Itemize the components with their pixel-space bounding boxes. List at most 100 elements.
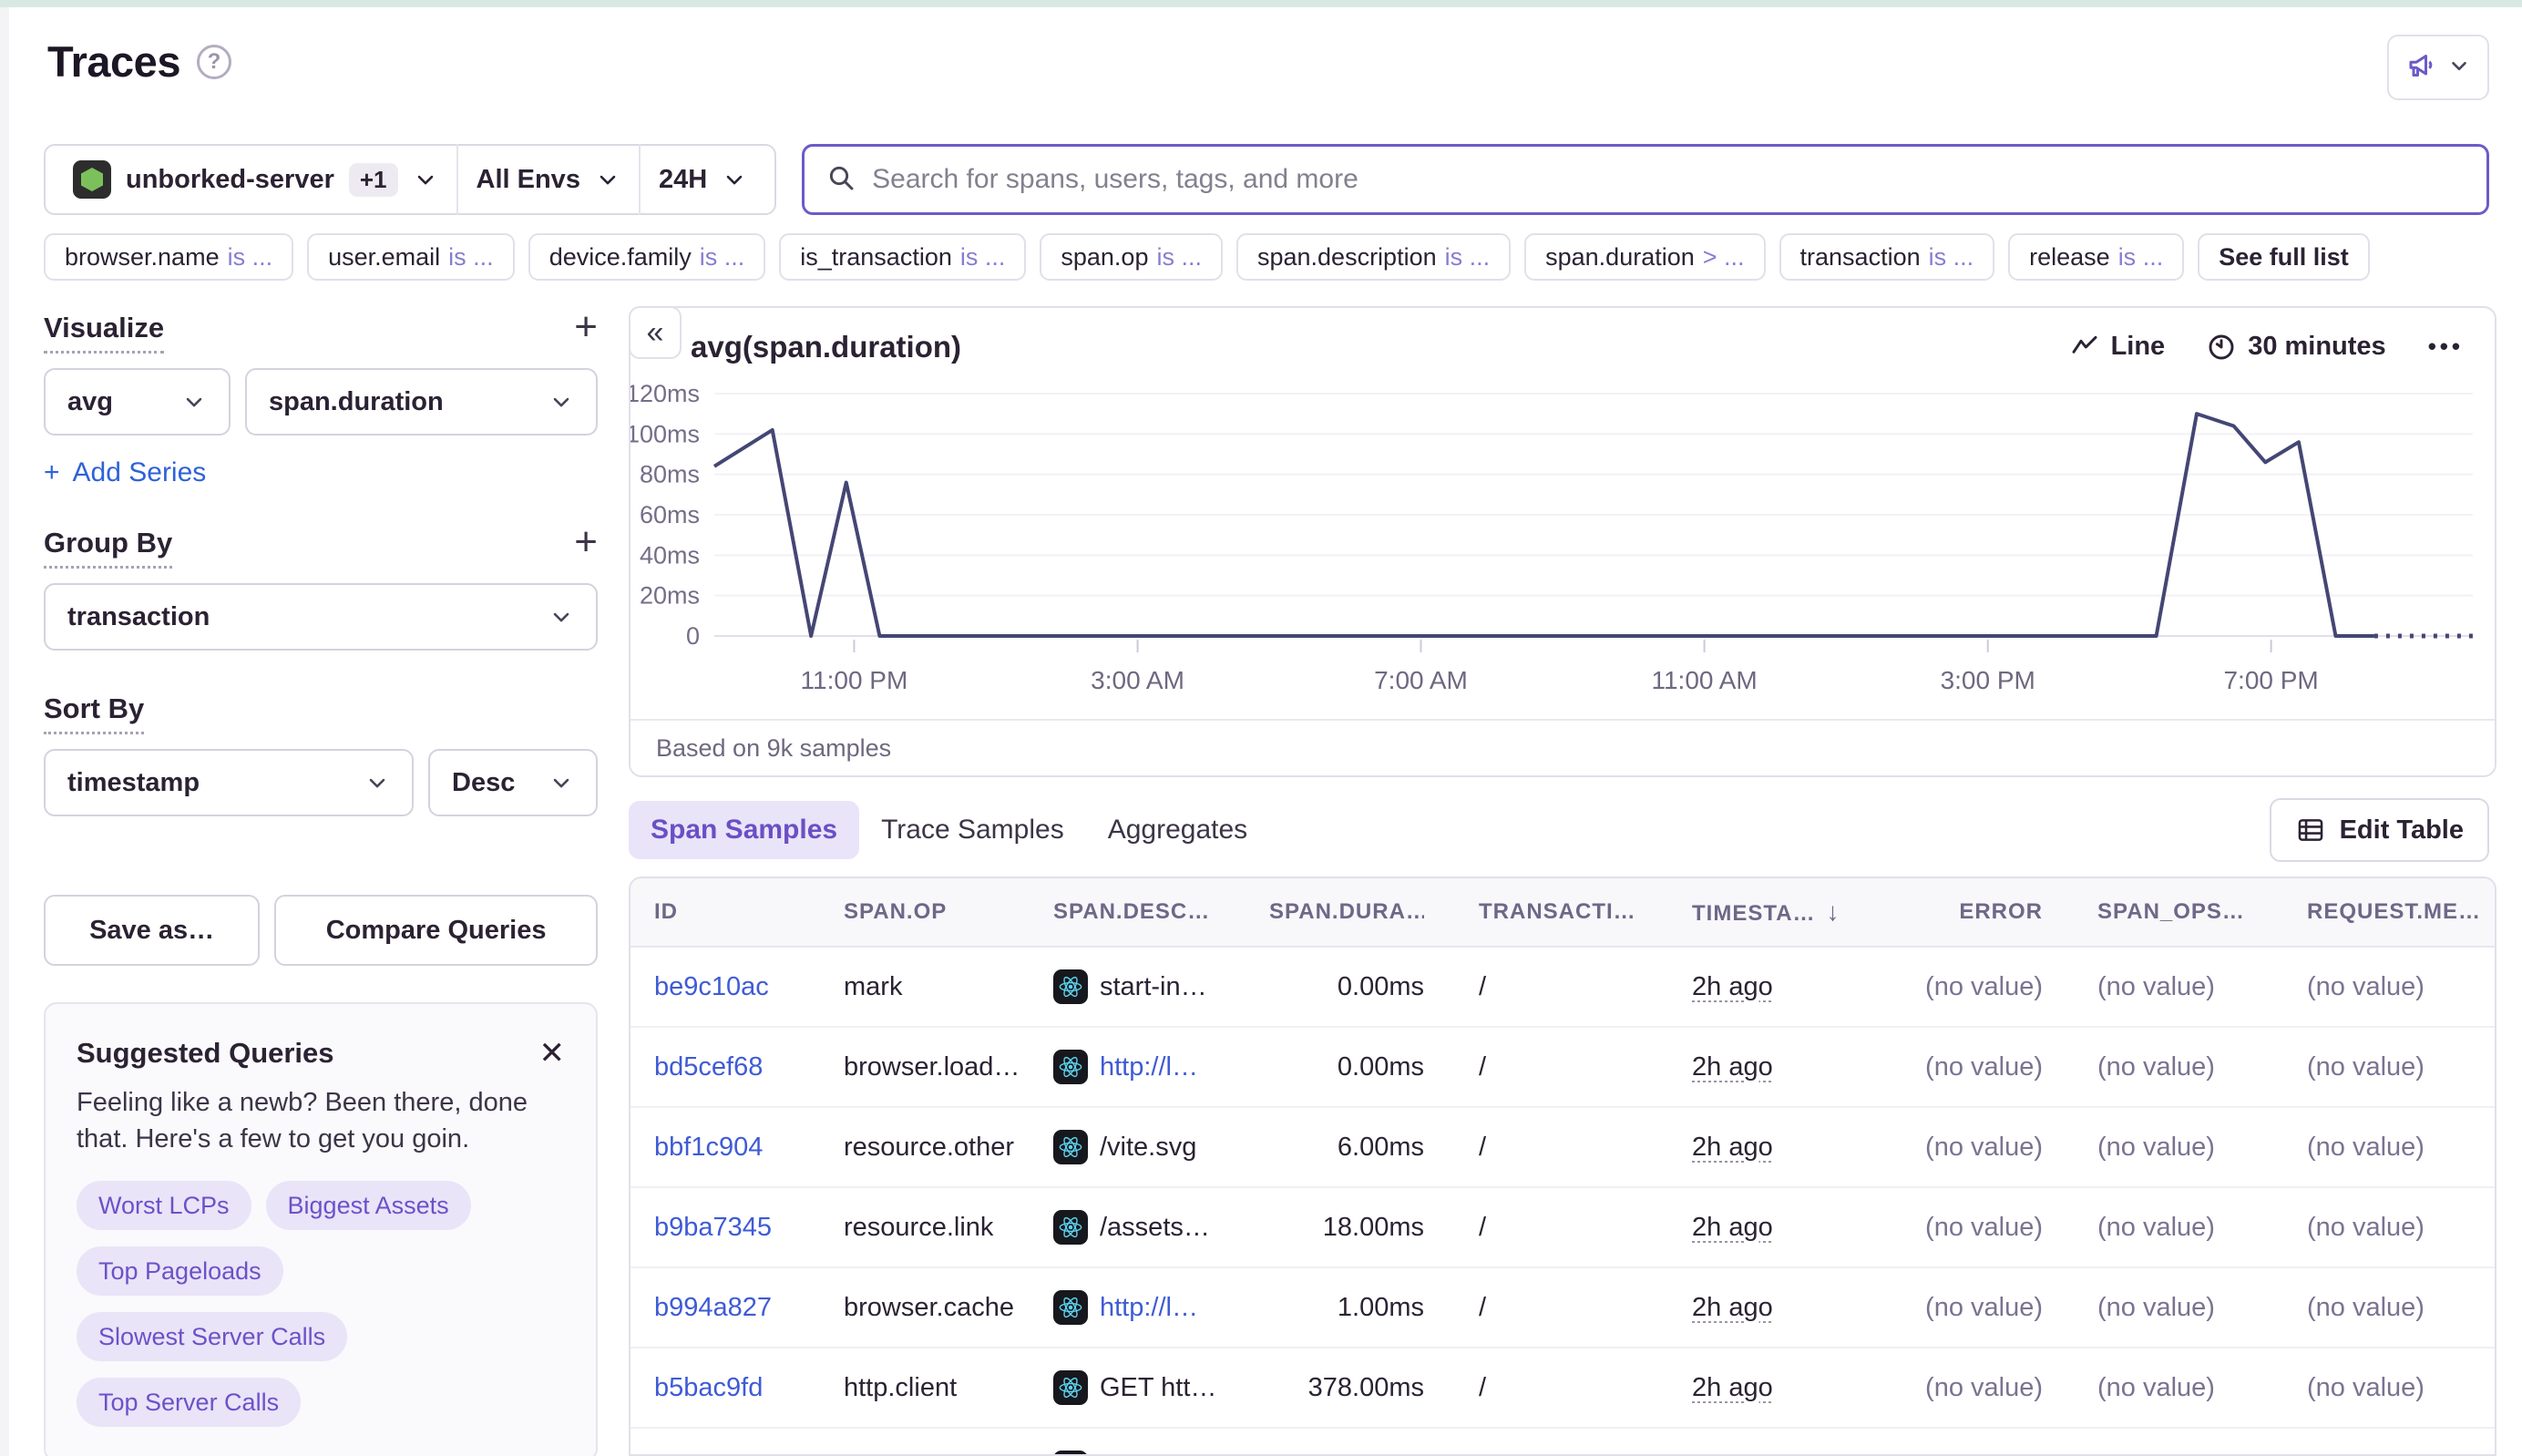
timestamp-cell[interactable]: 2h ago	[1692, 1373, 1773, 1402]
filter-chip-user.email[interactable]: user.email is ...	[307, 233, 515, 281]
save-as-button[interactable]: Save as…	[44, 895, 261, 966]
add-group-by-button[interactable]: +	[574, 522, 598, 562]
timestamp-cell[interactable]: 2h ago	[1692, 1052, 1773, 1082]
suggested-query-pill[interactable]: Top Pageloads	[77, 1246, 283, 1297]
tab-span-samples[interactable]: Span Samples	[629, 801, 860, 859]
span-ops-cell: (no value)	[2097, 1372, 2215, 1402]
span-description-text: GET htt…	[1100, 1372, 1217, 1402]
filter-chip-browser.name[interactable]: browser.name is ...	[44, 233, 294, 281]
span-description-text[interactable]: http://l…	[1100, 1052, 1198, 1082]
span-op-cell: resource.ifra…	[844, 1453, 1053, 1455]
table-row: b5bac9fd http.client GET htt… 378.00ms / 2h a…	[630, 1348, 2495, 1429]
environment-selector[interactable]: All Envs	[458, 165, 639, 195]
sort-direction-select[interactable]: Desc	[428, 749, 598, 816]
suggested-query-pill[interactable]: Top Server Calls	[77, 1378, 302, 1428]
table-row: b41bfb26 resource.ifra… https://… 276.00ms/…	[630, 1429, 2495, 1455]
aggregate-value: avg	[67, 386, 113, 416]
span-id-link[interactable]: b41bfb26	[654, 1453, 764, 1455]
span-id-link[interactable]: be9c10ac	[654, 972, 769, 1001]
span-ops-cell: (no value)	[2097, 1212, 2215, 1242]
filter-chip-device.family[interactable]: device.family is ...	[528, 233, 766, 281]
error-cell: (no value)	[1925, 971, 2043, 1001]
filter-chip-span.op[interactable]: span.op is ...	[1040, 233, 1223, 281]
column-header-7[interactable]: SPAN_OPS…	[2085, 899, 2294, 925]
span-duration-cell: 0.00ms	[1337, 971, 1424, 1001]
add-series-label: Add Series	[72, 457, 207, 487]
suggested-query-pill[interactable]: Biggest Assets	[265, 1181, 471, 1231]
add-visualize-button[interactable]: +	[574, 307, 598, 347]
svg-text:120ms: 120ms	[630, 380, 700, 407]
timestamp-cell[interactable]: 2h ago	[1692, 1293, 1773, 1322]
filter-chip-op: is ...	[1156, 242, 1202, 271]
span-op-cell: resource.link	[844, 1212, 994, 1242]
sort-desc-arrow-icon: ↓	[1826, 897, 1840, 926]
span-duration-cell: 18.00ms	[1322, 1212, 1424, 1242]
timestamp-cell[interactable]: 2h ago	[1692, 1453, 1773, 1455]
timestamp-cell[interactable]: 2h ago	[1692, 1133, 1773, 1162]
megaphone-icon	[2405, 49, 2438, 87]
filter-chip-span.description[interactable]: span.description is ...	[1235, 233, 1512, 281]
project-selector[interactable]: unborked-server +1	[55, 160, 456, 199]
suggested-query-pill[interactable]: Slowest Server Calls	[77, 1312, 348, 1362]
column-header-0[interactable]: ID	[630, 899, 844, 925]
filter-chip-transaction[interactable]: transaction is ...	[1779, 233, 1995, 281]
svg-text:7:00 AM: 7:00 AM	[1374, 666, 1468, 694]
filter-chip-op: is ...	[959, 242, 1006, 271]
edit-table-label: Edit Table	[2339, 815, 2464, 845]
page-title: Traces	[47, 37, 180, 86]
filter-chip-span.duration[interactable]: span.duration > ...	[1524, 233, 1766, 281]
transaction-cell: /	[1479, 971, 1487, 1001]
tab-aggregates[interactable]: Aggregates	[1086, 801, 1269, 859]
svg-text:7:00 PM: 7:00 PM	[2223, 666, 2318, 694]
add-series-button[interactable]: + Add Series	[44, 457, 598, 488]
close-icon[interactable]: ✕	[539, 1038, 566, 1069]
filter-chip-key: user.email	[328, 242, 441, 271]
aggregate-select[interactable]: avg	[44, 368, 231, 436]
collapse-sidebar-button[interactable]: «	[629, 306, 682, 359]
column-header-2[interactable]: SPAN.DESC…	[1053, 899, 1269, 925]
filter-chip-op: > ...	[1702, 242, 1745, 271]
filter-chip-is_transaction[interactable]: is_transaction is ...	[779, 233, 1027, 281]
field-select[interactable]: span.duration	[245, 368, 598, 436]
sort-field-select[interactable]: timestamp	[44, 749, 414, 816]
column-header-4[interactable]: TRANSACTI…	[1424, 899, 1634, 925]
span-duration-cell: 0.00ms	[1337, 1051, 1424, 1082]
timestamp-cell[interactable]: 2h ago	[1692, 972, 1773, 1001]
search-input[interactable]	[872, 164, 2465, 195]
column-header-6[interactable]: ERROR	[1848, 899, 2085, 925]
request-method-cell: (no value)	[2307, 1292, 2425, 1322]
filter-chip-release[interactable]: release is ...	[2008, 233, 2185, 281]
date-range-selector[interactable]: 24H	[641, 165, 765, 195]
tab-trace-samples[interactable]: Trace Samples	[859, 801, 1086, 859]
edit-table-button[interactable]: Edit Table	[2269, 798, 2489, 862]
timestamp-cell[interactable]: 2h ago	[1692, 1213, 1773, 1242]
react-icon	[1053, 1210, 1088, 1245]
filter-chip-key: span.op	[1061, 242, 1149, 271]
column-header-1[interactable]: SPAN.OP	[844, 899, 1053, 925]
span-duration-line-chart: 120ms 100ms 80ms 60ms 40ms 20ms 0 11:00 PM 3:00 …	[630, 380, 2473, 694]
column-header-3[interactable]: SPAN.DURA…	[1269, 899, 1424, 925]
span-id-link[interactable]: bd5cef68	[654, 1052, 763, 1082]
compare-queries-button[interactable]: Compare Queries	[274, 895, 598, 966]
span-description-text: /vite.svg	[1100, 1132, 1197, 1162]
error-cell: (no value)	[1925, 1212, 2043, 1242]
span-description-text[interactable]: http://l…	[1100, 1293, 1198, 1323]
span-id-link[interactable]: b9ba7345	[654, 1213, 772, 1242]
span-op-cell: resource.other	[844, 1132, 1014, 1162]
help-icon[interactable]: ?	[196, 44, 231, 79]
span-id-link[interactable]: bbf1c904	[654, 1133, 763, 1162]
span-op-cell: mark	[844, 971, 903, 1001]
span-description-cell: start-in…	[1053, 969, 1269, 1004]
filter-chip-key: is_transaction	[800, 242, 952, 271]
see-full-list-button[interactable]: See full list	[2198, 233, 2370, 281]
column-header-5[interactable]: TIMESTA… ↓	[1634, 897, 1848, 927]
column-header-8[interactable]: REQUEST.ME…	[2294, 899, 2495, 925]
span-id-link[interactable]: b5bac9fd	[654, 1373, 763, 1402]
search-bar[interactable]	[802, 144, 2489, 215]
whats-new-button[interactable]	[2387, 35, 2489, 100]
error-cell: (no value)	[1925, 1051, 2043, 1082]
span-id-link[interactable]: b994a827	[654, 1293, 772, 1322]
group-by-select[interactable]: transaction	[44, 583, 598, 651]
suggested-query-pill[interactable]: Worst LCPs	[77, 1181, 251, 1231]
span-description-text[interactable]: https://…	[1100, 1453, 1205, 1455]
